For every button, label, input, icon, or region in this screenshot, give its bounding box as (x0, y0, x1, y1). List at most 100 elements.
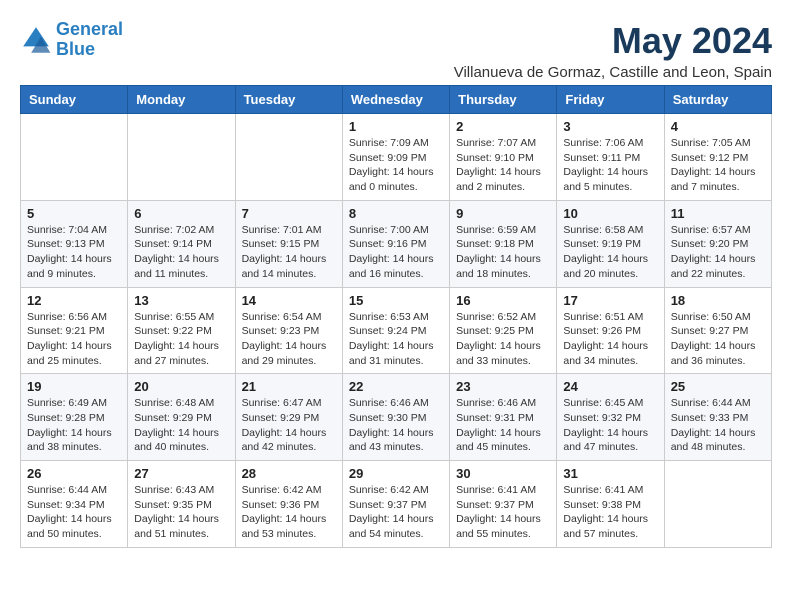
calendar-week-row: 5Sunrise: 7:04 AMSunset: 9:13 PMDaylight… (21, 200, 772, 287)
col-header-sunday: Sunday (21, 86, 128, 114)
calendar-cell (664, 461, 771, 548)
day-number: 23 (456, 379, 550, 394)
calendar-cell: 18 Sunrise: 6:50 AMSunset: 9:27 PMDayligh… (664, 287, 771, 374)
calendar-cell: 6 Sunrise: 7:02 AMSunset: 9:14 PMDaylight… (128, 200, 235, 287)
day-info: Sunrise: 7:00 AMSunset: 9:16 PMDaylight:… (349, 223, 443, 282)
title-block: May 2024 Villanueva de Gormaz, Castille … (454, 20, 772, 81)
day-number: 25 (671, 379, 765, 394)
day-info: Sunrise: 6:49 AMSunset: 9:28 PMDaylight:… (27, 396, 121, 455)
calendar-cell: 13Sunrise: 6:55 AMSunset: 9:22 PMDayligh… (128, 287, 235, 374)
col-header-tuesday: Tuesday (235, 86, 342, 114)
day-number: 9 (456, 206, 550, 221)
day-number: 19 (27, 379, 121, 394)
calendar-cell: 27Sunrise: 6:43 AMSunset: 9:35 PMDayligh… (128, 461, 235, 548)
calendar-table: SundayMondayTuesdayWednesdayThursdayFrid… (20, 85, 772, 548)
day-info: Sunrise: 7:05 AMSunset: 9:12 PMDaylight:… (671, 136, 765, 195)
logo-line2: Blue (56, 39, 95, 59)
calendar-cell: 24 Sunrise: 6:45 AMSunset: 9:32 PMDayligh… (557, 374, 664, 461)
calendar-cell: 1 Sunrise: 7:09 AMSunset: 9:09 PMDaylight… (342, 114, 449, 201)
col-header-wednesday: Wednesday (342, 86, 449, 114)
day-number: 17 (563, 293, 657, 308)
calendar-cell: 20 Sunrise: 6:48 AMSunset: 9:29 PMDayligh… (128, 374, 235, 461)
day-info: Sunrise: 6:51 AMSunset: 9:26 PMDaylight:… (563, 310, 657, 369)
day-number: 24 (563, 379, 657, 394)
calendar-cell: 28Sunrise: 6:42 AMSunset: 9:36 PMDayligh… (235, 461, 342, 548)
day-info: Sunrise: 7:09 AMSunset: 9:09 PMDaylight:… (349, 136, 443, 195)
day-info: Sunrise: 6:53 AMSunset: 9:24 PMDaylight:… (349, 310, 443, 369)
logo-icon (20, 24, 52, 56)
day-number: 16 (456, 293, 550, 308)
day-number: 11 (671, 206, 765, 221)
day-info: Sunrise: 6:56 AMSunset: 9:21 PMDaylight:… (27, 310, 121, 369)
day-info: Sunrise: 6:44 AMSunset: 9:33 PMDaylight:… (671, 396, 765, 455)
calendar-cell: 15Sunrise: 6:53 AMSunset: 9:24 PMDayligh… (342, 287, 449, 374)
day-number: 30 (456, 466, 550, 481)
day-number: 22 (349, 379, 443, 394)
calendar-cell: 31Sunrise: 6:41 AMSunset: 9:38 PMDayligh… (557, 461, 664, 548)
logo-line1: General (56, 19, 123, 39)
day-info: Sunrise: 6:57 AMSunset: 9:20 PMDaylight:… (671, 223, 765, 282)
calendar-cell (128, 114, 235, 201)
day-info: Sunrise: 6:52 AMSunset: 9:25 PMDaylight:… (456, 310, 550, 369)
calendar-cell: 3Sunrise: 7:06 AMSunset: 9:11 PMDaylight… (557, 114, 664, 201)
day-number: 14 (242, 293, 336, 308)
calendar-week-row: 12 Sunrise: 6:56 AMSunset: 9:21 PMDayligh… (21, 287, 772, 374)
day-info: Sunrise: 7:02 AMSunset: 9:14 PMDaylight:… (134, 223, 228, 282)
day-info: Sunrise: 6:44 AMSunset: 9:34 PMDaylight:… (27, 483, 121, 542)
calendar-cell: 9 Sunrise: 6:59 AMSunset: 9:18 PMDaylight… (450, 200, 557, 287)
day-number: 18 (671, 293, 765, 308)
day-number: 29 (349, 466, 443, 481)
month-title: May 2024 (454, 20, 772, 62)
calendar-cell (235, 114, 342, 201)
calendar-week-row: 26 Sunrise: 6:44 AMSunset: 9:34 PMDayligh… (21, 461, 772, 548)
col-header-monday: Monday (128, 86, 235, 114)
day-info: Sunrise: 6:46 AMSunset: 9:30 PMDaylight:… (349, 396, 443, 455)
day-number: 13 (134, 293, 228, 308)
calendar-cell: 11 Sunrise: 6:57 AMSunset: 9:20 PMDayligh… (664, 200, 771, 287)
logo: General Blue (20, 20, 123, 60)
day-info: Sunrise: 6:47 AMSunset: 9:29 PMDaylight:… (242, 396, 336, 455)
col-header-thursday: Thursday (450, 86, 557, 114)
day-info: Sunrise: 6:45 AMSunset: 9:32 PMDaylight:… (563, 396, 657, 455)
day-info: Sunrise: 7:01 AMSunset: 9:15 PMDaylight:… (242, 223, 336, 282)
day-number: 2 (456, 119, 550, 134)
calendar-cell: 8Sunrise: 7:00 AMSunset: 9:16 PMDaylight… (342, 200, 449, 287)
day-info: Sunrise: 6:58 AMSunset: 9:19 PMDaylight:… (563, 223, 657, 282)
day-number: 20 (134, 379, 228, 394)
day-info: Sunrise: 6:48 AMSunset: 9:29 PMDaylight:… (134, 396, 228, 455)
calendar-cell: 22 Sunrise: 6:46 AMSunset: 9:30 PMDayligh… (342, 374, 449, 461)
calendar-cell: 14Sunrise: 6:54 AMSunset: 9:23 PMDayligh… (235, 287, 342, 374)
day-number: 7 (242, 206, 336, 221)
day-number: 12 (27, 293, 121, 308)
calendar-cell: 5Sunrise: 7:04 AMSunset: 9:13 PMDaylight… (21, 200, 128, 287)
calendar-cell: 29 Sunrise: 6:42 AMSunset: 9:37 PMDayligh… (342, 461, 449, 548)
day-number: 1 (349, 119, 443, 134)
calendar-cell: 23Sunrise: 6:46 AMSunset: 9:31 PMDayligh… (450, 374, 557, 461)
day-info: Sunrise: 6:50 AMSunset: 9:27 PMDaylight:… (671, 310, 765, 369)
col-header-saturday: Saturday (664, 86, 771, 114)
calendar-cell: 10Sunrise: 6:58 AMSunset: 9:19 PMDayligh… (557, 200, 664, 287)
day-info: Sunrise: 6:59 AMSunset: 9:18 PMDaylight:… (456, 223, 550, 282)
day-info: Sunrise: 6:41 AMSunset: 9:38 PMDaylight:… (563, 483, 657, 542)
calendar-header-row: SundayMondayTuesdayWednesdayThursdayFrid… (21, 86, 772, 114)
logo-text: General Blue (56, 20, 123, 60)
day-info: Sunrise: 6:43 AMSunset: 9:35 PMDaylight:… (134, 483, 228, 542)
day-number: 4 (671, 119, 765, 134)
calendar-cell: 17 Sunrise: 6:51 AMSunset: 9:26 PMDayligh… (557, 287, 664, 374)
day-number: 21 (242, 379, 336, 394)
calendar-cell: 7 Sunrise: 7:01 AMSunset: 9:15 PMDaylight… (235, 200, 342, 287)
day-number: 28 (242, 466, 336, 481)
calendar-cell: 19 Sunrise: 6:49 AMSunset: 9:28 PMDayligh… (21, 374, 128, 461)
day-number: 26 (27, 466, 121, 481)
day-info: Sunrise: 6:41 AMSunset: 9:37 PMDaylight:… (456, 483, 550, 542)
calendar-cell: 12 Sunrise: 6:56 AMSunset: 9:21 PMDayligh… (21, 287, 128, 374)
day-number: 5 (27, 206, 121, 221)
day-number: 3 (563, 119, 657, 134)
page-header: General Blue May 2024 Villanueva de Gorm… (20, 20, 772, 81)
location-title: Villanueva de Gormaz, Castille and Leon,… (454, 64, 772, 81)
calendar-cell: 4 Sunrise: 7:05 AMSunset: 9:12 PMDaylight… (664, 114, 771, 201)
day-number: 6 (134, 206, 228, 221)
calendar-cell: 2Sunrise: 7:07 AMSunset: 9:10 PMDaylight… (450, 114, 557, 201)
calendar-cell: 26 Sunrise: 6:44 AMSunset: 9:34 PMDayligh… (21, 461, 128, 548)
day-info: Sunrise: 6:42 AMSunset: 9:37 PMDaylight:… (349, 483, 443, 542)
